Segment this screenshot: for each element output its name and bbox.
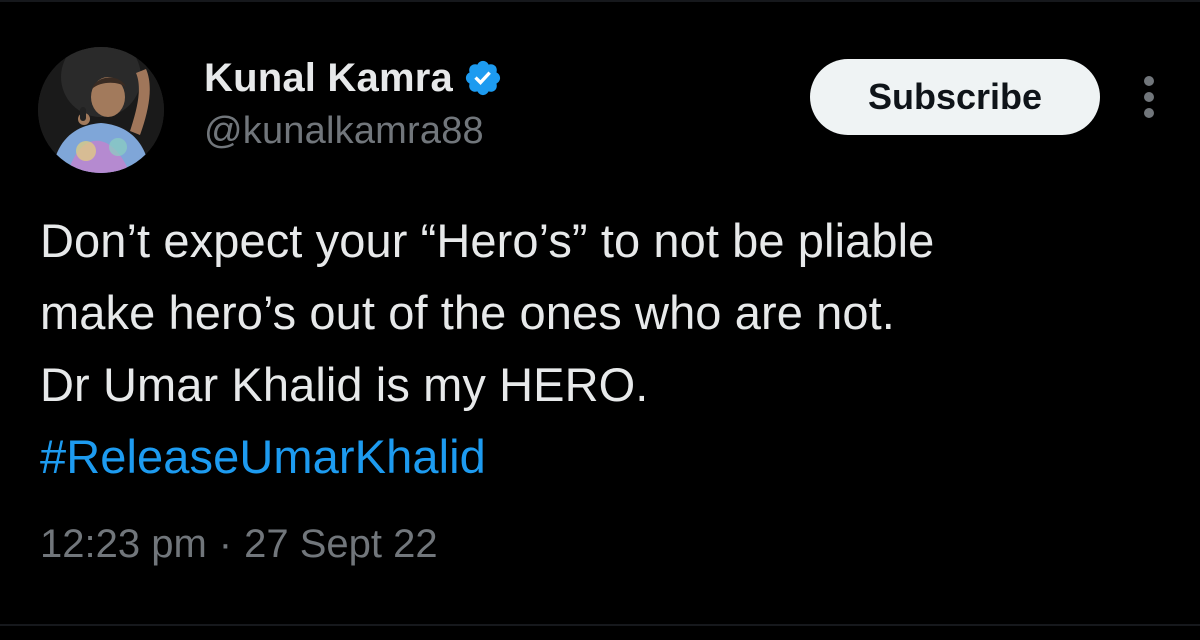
author-handle[interactable]: @kunalkamra88 xyxy=(204,110,503,153)
tweet-timestamp[interactable]: 12:23 pm · 27 Sept 22 xyxy=(40,522,438,567)
author-display-name[interactable]: Kunal Kamra xyxy=(204,56,453,101)
more-dot xyxy=(1144,92,1154,102)
more-vertical-icon[interactable] xyxy=(1132,72,1166,122)
bottom-divider xyxy=(0,624,1200,626)
hashtag-line: #ReleaseUmarKhalid xyxy=(40,421,1190,493)
tweet-date: 27 Sept 22 xyxy=(244,522,438,566)
hashtag-link[interactable]: #ReleaseUmarKhalid xyxy=(40,430,486,483)
tweet-card: Kunal Kamra @kunalkamra88 Subscribe Don’… xyxy=(0,0,1200,640)
verified-badge-icon[interactable] xyxy=(463,58,503,98)
more-dot xyxy=(1144,76,1154,86)
timestamp-separator: · xyxy=(218,522,233,566)
avatar-photo xyxy=(38,47,164,173)
tweet-text-line-2: make hero’s out of the ones who are not. xyxy=(40,286,895,339)
tweet-text-line-3: Dr Umar Khalid is my HERO. xyxy=(40,358,649,411)
tweet-time: 12:23 pm xyxy=(40,522,207,566)
tweet-text: Don’t expect your “Hero’s” to not be pli… xyxy=(40,205,1190,493)
avatar[interactable] xyxy=(38,47,164,173)
subscribe-button[interactable]: Subscribe xyxy=(810,59,1100,135)
name-row: Kunal Kamra xyxy=(204,52,503,104)
more-dot xyxy=(1144,108,1154,118)
tweet-text-line-1: Don’t expect your “Hero’s” to not be pli… xyxy=(40,214,935,267)
author-identity: Kunal Kamra @kunalkamra88 xyxy=(204,52,503,153)
